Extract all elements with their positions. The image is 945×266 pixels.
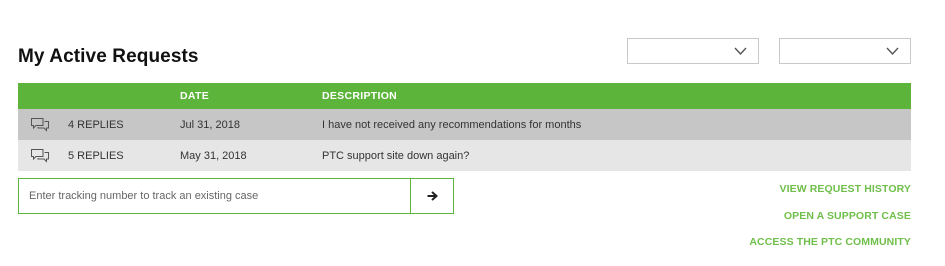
column-header-date: DATE [180,90,210,102]
view-request-history-link[interactable]: VIEW REQUEST HISTORY [779,183,911,195]
active-requests-table: DATE DESCRIPTION 4 REPLIES Jul 31, 2018 … [18,83,911,171]
request-description: PTC support site down again? [322,150,470,162]
column-header-description: DESCRIPTION [322,90,398,102]
replies-count: 4 REPLIES [68,119,124,131]
filter-select-1[interactable] [627,38,759,64]
open-support-case-link[interactable]: OPEN A SUPPORT CASE [784,210,911,222]
arrow-right-icon [427,191,438,201]
request-date: May 31, 2018 [180,150,247,162]
replies-count: 5 REPLIES [68,150,124,162]
table-row[interactable]: 5 REPLIES May 31, 2018 PTC support site … [18,140,911,171]
request-description: I have not received any recommendations … [322,119,582,131]
access-ptc-community-link[interactable]: ACCESS THE PTC COMMUNITY [749,236,911,248]
table-row[interactable]: 4 REPLIES Jul 31, 2018 I have not receiv… [18,109,911,140]
tracking-form [18,178,454,214]
request-date: Jul 31, 2018 [180,119,240,131]
track-submit-button[interactable] [410,179,453,213]
chevron-down-icon [886,47,899,56]
chat-bubbles-icon [31,118,49,132]
filter-select-2[interactable] [779,38,911,64]
tracking-number-input[interactable] [19,179,411,213]
page-title: My Active Requests [18,46,199,67]
chat-bubbles-icon [31,149,49,163]
table-header: DATE DESCRIPTION [18,83,911,109]
chevron-down-icon [734,47,747,56]
